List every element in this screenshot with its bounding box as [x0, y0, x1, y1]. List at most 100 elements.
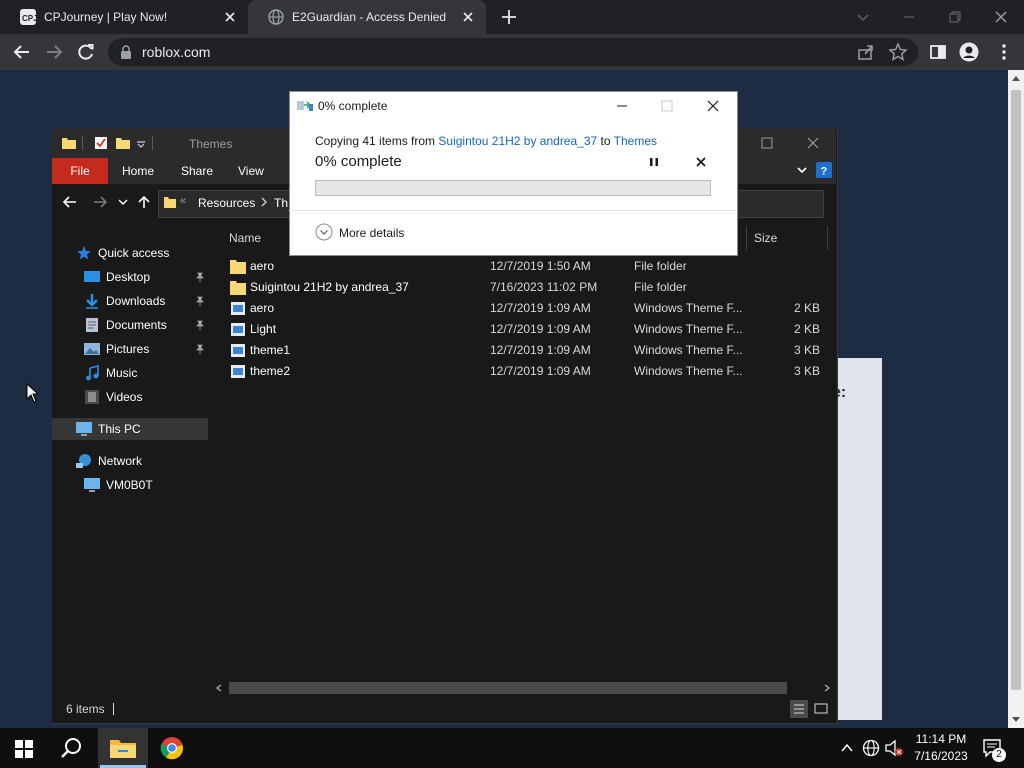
breadcrumb-chevron-icon[interactable] — [260, 196, 268, 208]
scroll-down-arrow-icon[interactable] — [1011, 714, 1021, 724]
tab-search-icon[interactable] — [852, 6, 874, 28]
kebab-menu-icon[interactable] — [994, 42, 1014, 62]
more-details-button[interactable]: More details — [339, 226, 404, 240]
tab-e2guardian[interactable]: E2Guardian - Access Denied — [248, 0, 486, 34]
ribbon-tab-file[interactable]: File — [52, 158, 108, 184]
address-bar[interactable] — [108, 38, 918, 66]
file-row[interactable]: aero 12/7/2019 1:50 AM File folder — [222, 256, 826, 277]
status-bar — [52, 696, 836, 722]
search-icon[interactable] — [60, 736, 84, 760]
file-explorer-taskbar-icon[interactable] — [110, 737, 136, 759]
chevron-down-icon[interactable] — [315, 223, 333, 241]
nav-downloads[interactable]: Downloads — [84, 290, 165, 312]
minimize-button[interactable] — [614, 98, 630, 114]
chrome-taskbar-icon[interactable] — [160, 736, 184, 760]
details-view-icon[interactable] — [790, 700, 808, 718]
svg-text:CPJ: CPJ — [22, 14, 36, 23]
page-scrollbar-thumb[interactable] — [1011, 90, 1021, 690]
tab-cpjourney[interactable]: CPJ CPJourney | Play Now! — [0, 0, 248, 34]
horizontal-scrollbar-thumb[interactable] — [229, 682, 787, 694]
scroll-right-arrow-icon[interactable] — [823, 684, 831, 692]
minimize-button[interactable] — [898, 6, 920, 28]
restore-button[interactable] — [944, 6, 966, 28]
back-icon[interactable] — [12, 42, 32, 62]
nav-vm0b0t[interactable]: VM0B0T — [84, 474, 153, 496]
help-icon[interactable]: ? — [816, 162, 832, 178]
scroll-left-arrow-icon[interactable] — [215, 684, 223, 692]
status-divider — [113, 703, 114, 715]
clock-date[interactable]: 7/16/2023 — [910, 749, 972, 763]
search-input[interactable] — [736, 190, 824, 218]
pin-icon[interactable] — [195, 272, 205, 282]
volume-muted-icon[interactable] — [884, 739, 904, 757]
reload-icon[interactable] — [76, 42, 96, 62]
column-divider — [827, 226, 828, 250]
nav-videos[interactable]: Videos — [84, 386, 142, 408]
back-icon[interactable] — [62, 194, 78, 210]
forward-icon[interactable] — [92, 194, 108, 210]
cancel-copy-button[interactable] — [694, 155, 708, 169]
film-icon — [84, 389, 100, 405]
nav-network[interactable]: Network — [76, 450, 142, 472]
pin-icon[interactable] — [195, 320, 205, 330]
properties-icon[interactable] — [94, 136, 108, 150]
file-row[interactable]: theme1 12/7/2019 1:09 AM Windows Theme F… — [222, 340, 826, 361]
nav-quick-access[interactable]: Quick access — [76, 242, 169, 264]
column-header-size[interactable]: Size — [754, 231, 777, 245]
breadcrumb-themes[interactable]: Th — [274, 196, 288, 210]
nav-documents[interactable]: Documents — [84, 314, 167, 336]
forward-icon[interactable] — [44, 42, 64, 62]
lock-icon[interactable] — [120, 45, 132, 59]
file-row[interactable]: Suigintou 21H2 by andrea_37 7/16/2023 11… — [222, 277, 826, 298]
windows-start-icon[interactable] — [15, 740, 33, 758]
destination-folder-link[interactable]: Themes — [614, 134, 657, 148]
file-row[interactable]: Light 12/7/2019 1:09 AM Windows Theme F.… — [222, 319, 826, 340]
source-folder-link[interactable]: Suigintou 21H2 by andrea_37 — [438, 134, 597, 148]
close-icon[interactable] — [222, 9, 238, 25]
theme-file-icon — [230, 301, 246, 316]
nav-pictures[interactable]: Pictures — [84, 338, 149, 360]
up-arrow-icon[interactable] — [136, 194, 152, 210]
file-row[interactable]: aero 12/7/2019 1:09 AM Windows Theme F..… — [222, 298, 826, 319]
close-window-button[interactable] — [990, 6, 1012, 28]
clock-time[interactable]: 11:14 PM — [910, 732, 972, 746]
file-row[interactable]: theme2 12/7/2019 1:09 AM Windows Theme F… — [222, 361, 826, 382]
theme-file-icon — [230, 364, 246, 379]
ribbon-tab-home[interactable]: Home — [122, 164, 154, 178]
new-tab-button[interactable] — [500, 8, 518, 26]
nav-desktop[interactable]: Desktop — [84, 266, 150, 288]
ribbon-tab-share[interactable]: Share — [181, 164, 213, 178]
recent-locations-chevron-icon[interactable] — [118, 198, 128, 206]
maximize-icon[interactable] — [760, 136, 774, 150]
network-globe-icon[interactable] — [862, 739, 880, 757]
nav-music[interactable]: Music — [84, 362, 137, 384]
download-arrow-icon — [84, 293, 100, 309]
breadcrumb-resources[interactable]: Resources — [198, 196, 255, 210]
share-icon[interactable] — [856, 42, 876, 62]
nav-this-pc[interactable]: This PC — [76, 418, 141, 440]
maximize-button[interactable] — [659, 98, 675, 114]
show-hidden-icons-chevron-icon[interactable] — [840, 741, 854, 755]
progress-percent-label: 0% complete — [315, 153, 402, 170]
column-header-name[interactable]: Name — [229, 231, 261, 245]
pin-icon[interactable] — [195, 344, 205, 354]
folder-icon — [62, 136, 76, 150]
close-icon[interactable] — [460, 9, 476, 25]
customize-qat-icon[interactable] — [136, 140, 146, 148]
close-icon[interactable] — [806, 136, 820, 150]
profile-avatar-icon[interactable] — [959, 42, 979, 62]
dialog-title: 0% complete — [318, 99, 388, 113]
pause-button[interactable] — [647, 155, 661, 169]
expand-ribbon-icon[interactable] — [796, 164, 808, 176]
computer-icon — [84, 477, 100, 493]
large-icons-view-icon[interactable] — [812, 700, 830, 718]
close-dialog-button[interactable] — [705, 98, 721, 114]
scroll-up-arrow-icon[interactable] — [1011, 74, 1021, 84]
pin-icon[interactable] — [195, 296, 205, 306]
new-folder-icon[interactable] — [116, 136, 130, 150]
breadcrumb-overflow-icon[interactable]: « — [180, 195, 186, 207]
side-panel-icon[interactable] — [928, 42, 948, 62]
bookmark-star-icon[interactable] — [888, 42, 908, 62]
ribbon-tab-view[interactable]: View — [238, 164, 264, 178]
url-text[interactable]: roblox.com — [142, 44, 210, 60]
